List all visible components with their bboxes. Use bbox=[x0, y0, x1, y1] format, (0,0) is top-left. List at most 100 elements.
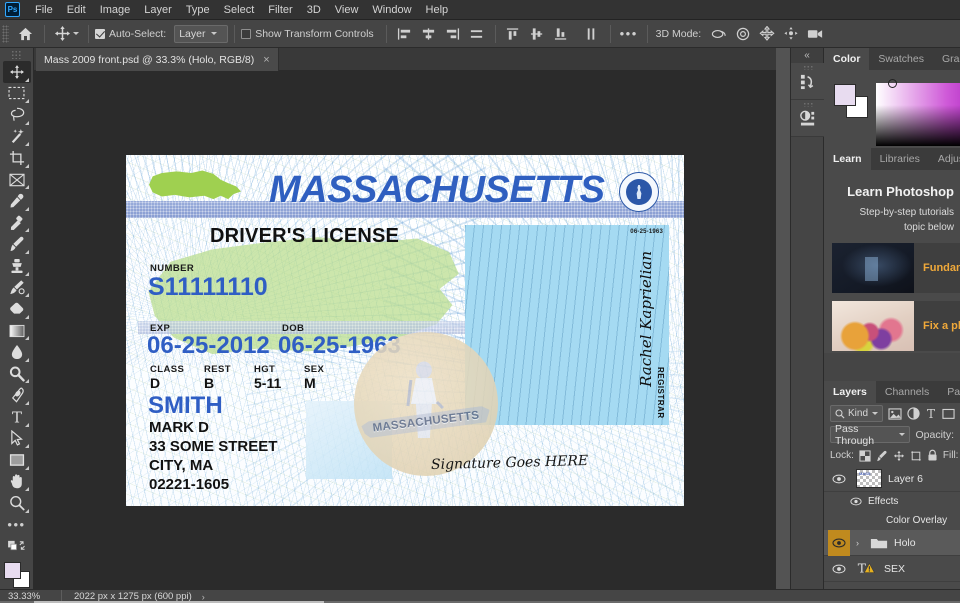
dodge-tool[interactable] bbox=[3, 363, 31, 385]
lock-artboard-icon[interactable] bbox=[910, 448, 922, 463]
adjustment-layer-filter-icon[interactable] bbox=[907, 406, 920, 422]
foreground-background-swatches[interactable] bbox=[2, 561, 32, 589]
3d-pan-icon[interactable] bbox=[755, 23, 779, 45]
path-selection-tool[interactable] bbox=[3, 428, 31, 450]
layer-visibility-toggle[interactable] bbox=[828, 556, 850, 582]
menu-view[interactable]: View bbox=[328, 1, 366, 19]
menu-layer[interactable]: Layer bbox=[137, 1, 179, 19]
menu-select[interactable]: Select bbox=[217, 1, 262, 19]
lock-all-icon[interactable] bbox=[927, 448, 938, 463]
table-row[interactable]: T SEX bbox=[824, 556, 960, 582]
table-row[interactable]: MASS Layer 6 bbox=[824, 466, 960, 492]
layer-visibility-toggle[interactable] bbox=[828, 529, 850, 556]
tab-layers[interactable]: Layers bbox=[824, 381, 876, 403]
spot-healing-brush-tool[interactable] bbox=[3, 212, 31, 234]
blend-mode-dropdown[interactable]: Pass Through bbox=[830, 423, 911, 447]
default-colors-button[interactable] bbox=[3, 535, 31, 557]
blur-tool[interactable] bbox=[3, 341, 31, 363]
menu-edit[interactable]: Edit bbox=[60, 1, 93, 19]
foreground-color-swatch[interactable] bbox=[3, 561, 21, 579]
menu-help[interactable]: Help bbox=[419, 1, 456, 19]
lasso-tool[interactable] bbox=[3, 104, 31, 126]
align-top-edges-button[interactable] bbox=[502, 23, 526, 45]
frame-tool[interactable] bbox=[3, 169, 31, 191]
move-tool[interactable] bbox=[2, 60, 31, 83]
3d-camera-icon[interactable] bbox=[803, 23, 827, 45]
tab-gradients[interactable]: Gradients bbox=[932, 48, 960, 70]
zoom-tool[interactable] bbox=[3, 492, 31, 514]
eraser-tool[interactable] bbox=[3, 298, 31, 320]
status-expand-arrow[interactable]: › bbox=[192, 592, 205, 602]
more-options-button[interactable]: ••• bbox=[617, 23, 641, 45]
tab-channels[interactable]: Channels bbox=[875, 381, 939, 403]
tab-color[interactable]: Color bbox=[824, 48, 870, 70]
color-panel-foreground-swatch[interactable] bbox=[834, 84, 856, 106]
document-tab[interactable]: Mass 2009 front.psd @ 33.3% (Holo, RGB/8… bbox=[36, 48, 279, 71]
properties-panel-icon[interactable] bbox=[791, 100, 825, 137]
horizontal-type-tool[interactable]: T bbox=[3, 406, 31, 428]
hand-tool[interactable] bbox=[3, 471, 31, 493]
layer-effect-entry-row[interactable]: Color Overlay bbox=[824, 511, 960, 530]
tab-learn[interactable]: Learn bbox=[824, 148, 871, 170]
tools-panel-grip[interactable] bbox=[11, 50, 22, 59]
3d-orbit-icon[interactable] bbox=[707, 23, 731, 45]
menu-window[interactable]: Window bbox=[365, 1, 418, 19]
tab-libraries[interactable]: Libraries bbox=[870, 148, 929, 170]
crop-tool[interactable] bbox=[3, 147, 31, 169]
type-layer-filter-icon[interactable]: T bbox=[925, 406, 937, 422]
tab-adjustments[interactable]: Adjustments bbox=[928, 148, 960, 170]
learn-card-fix-a-photo[interactable]: Fix a photo bbox=[832, 301, 960, 351]
menu-filter[interactable]: Filter bbox=[261, 1, 299, 19]
shape-layer-filter-icon[interactable] bbox=[942, 406, 955, 422]
align-left-edges-button[interactable] bbox=[393, 23, 417, 45]
distribute-vertical-button[interactable] bbox=[580, 23, 604, 45]
layer-visibility-toggle[interactable] bbox=[828, 466, 850, 492]
menu-3d[interactable]: 3D bbox=[300, 1, 328, 19]
canvas-area[interactable]: MASSACHUSETTS DRIVER'S LICENSE NUMBER S1… bbox=[34, 71, 776, 589]
history-brush-tool[interactable] bbox=[3, 277, 31, 299]
distribute-horizontal-button[interactable] bbox=[465, 23, 489, 45]
edit-toolbar-button[interactable]: ••• bbox=[3, 514, 31, 536]
color-picker-cursor[interactable] bbox=[888, 79, 897, 88]
gradient-tool[interactable] bbox=[3, 320, 31, 342]
close-icon[interactable]: × bbox=[263, 54, 269, 65]
collapse-panels-button[interactable]: « bbox=[791, 48, 823, 63]
rectangular-marquee-tool[interactable] bbox=[3, 83, 31, 105]
clone-stamp-tool[interactable] bbox=[3, 255, 31, 277]
layer-thumbnail[interactable]: MASS bbox=[856, 469, 882, 488]
color-panel-swatches[interactable] bbox=[834, 84, 868, 118]
3d-slide-icon[interactable] bbox=[779, 23, 803, 45]
home-button[interactable] bbox=[12, 22, 38, 46]
show-transform-controls-checkbox[interactable] bbox=[241, 28, 252, 39]
tab-paths[interactable]: Paths bbox=[938, 381, 960, 403]
layer-kind-filter[interactable]: Kind bbox=[830, 405, 884, 422]
lock-position-icon[interactable] bbox=[893, 448, 905, 463]
eyedropper-tool[interactable] bbox=[3, 190, 31, 212]
align-vertical-centers-button[interactable] bbox=[526, 23, 550, 45]
align-horizontal-centers-button[interactable] bbox=[417, 23, 441, 45]
lock-image-pixels-icon[interactable] bbox=[876, 448, 888, 463]
menu-file[interactable]: File bbox=[28, 1, 60, 19]
auto-select-scope-dropdown[interactable]: Layer bbox=[174, 24, 229, 43]
align-bottom-edges-button[interactable] bbox=[550, 23, 574, 45]
magic-wand-tool[interactable] bbox=[3, 126, 31, 148]
tool-preset-caret[interactable] bbox=[73, 32, 79, 35]
lock-transparent-pixels-icon[interactable] bbox=[859, 448, 871, 463]
learn-card-fundamentals[interactable]: Fundamentals bbox=[832, 243, 960, 293]
menu-image[interactable]: Image bbox=[93, 1, 138, 19]
rectangle-tool[interactable] bbox=[3, 449, 31, 471]
auto-select-checkbox[interactable] bbox=[95, 28, 105, 39]
brush-tool[interactable] bbox=[3, 233, 31, 255]
history-panel-icon[interactable] bbox=[791, 63, 825, 100]
pen-tool[interactable] bbox=[3, 384, 31, 406]
table-row[interactable]: › Holo bbox=[824, 529, 960, 556]
pixel-layer-filter-icon[interactable] bbox=[888, 406, 902, 422]
current-tool-move[interactable] bbox=[51, 25, 82, 42]
options-bar-grip[interactable] bbox=[2, 24, 9, 43]
menu-type[interactable]: Type bbox=[179, 1, 217, 19]
layer-effects-row[interactable]: Effects bbox=[824, 492, 960, 511]
chevron-right-icon[interactable]: › bbox=[856, 538, 864, 548]
color-ramp-picker[interactable] bbox=[876, 79, 960, 146]
tab-swatches[interactable]: Swatches bbox=[869, 48, 933, 70]
align-right-edges-button[interactable] bbox=[441, 23, 465, 45]
